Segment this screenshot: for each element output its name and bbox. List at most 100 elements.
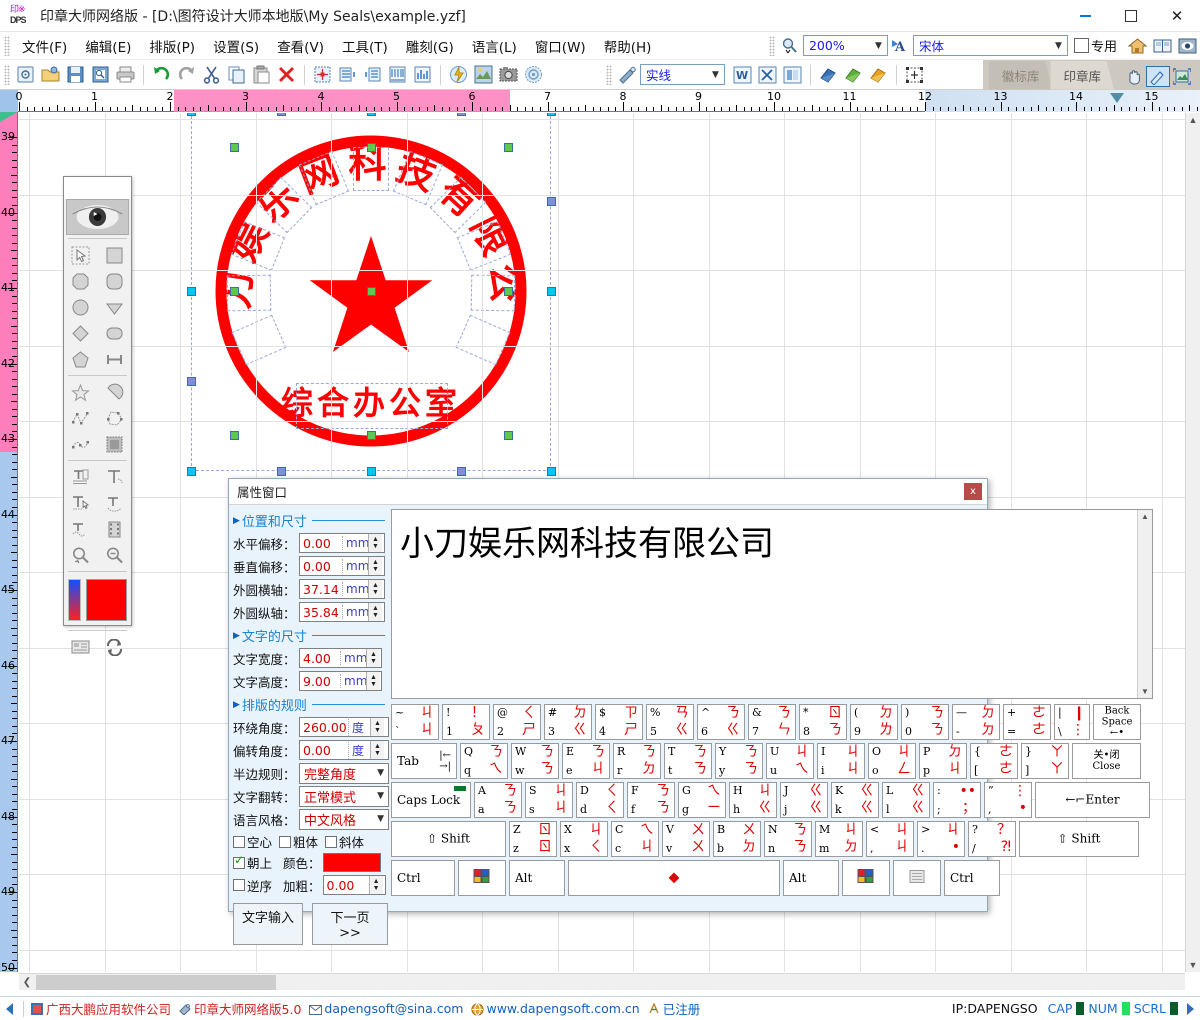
checkbox-box[interactable] <box>233 857 245 869</box>
selection-handle[interactable] <box>277 467 286 476</box>
key-alt-left[interactable]: Alt <box>509 860 565 896</box>
key-c[interactable]: Ccㄟㄐ <box>611 821 659 857</box>
quick-engrave-icon[interactable] <box>446 63 471 87</box>
lang-style-select[interactable]: 中文风格 ▼ <box>299 809 389 830</box>
text-select-tool-icon[interactable] <box>68 492 93 514</box>
key-p[interactable]: Ppㄉㄐ <box>919 743 967 779</box>
field-outer-x[interactable]: 外圆横轴： 37.14 mm ▲▼ <box>233 578 389 600</box>
color-swatch[interactable] <box>323 853 381 872</box>
selection-handle[interactable] <box>457 467 466 476</box>
key-shift-left[interactable]: ⇧ Shift <box>391 821 506 857</box>
status-email[interactable]: dapengsoft@sina.com <box>305 1001 467 1016</box>
key-q[interactable]: Qqㄋㄟ <box>460 743 508 779</box>
vertical-scrollbar[interactable]: ▲ ▼ <box>1185 113 1200 972</box>
ibeam-tool-icon[interactable] <box>102 348 127 370</box>
key-backspace[interactable]: Back Space ←• <box>1093 704 1141 740</box>
text-arc-tool-icon[interactable] <box>102 466 127 488</box>
status-website[interactable]: www.dapengsoft.com.cn <box>467 1001 643 1016</box>
redo-icon[interactable] <box>174 63 199 87</box>
zoom-toolbar-grip[interactable] <box>769 36 775 56</box>
circle-tool-icon[interactable] <box>68 296 93 318</box>
fit-image-icon[interactable] <box>1170 66 1194 87</box>
next-page-button[interactable]: 下一页 >> <box>312 903 388 945</box>
selection-handle[interactable] <box>547 113 556 116</box>
key-close[interactable]: 关•闭 Close <box>1072 743 1141 779</box>
key-comma[interactable]: <,ㄐㄐ <box>866 821 914 857</box>
status-nav-arrow[interactable] <box>0 1002 20 1016</box>
menu-help[interactable]: 帮助(H) <box>595 32 661 60</box>
tab-logo-library[interactable]: 徽标库 <box>989 61 1053 90</box>
selection-handle[interactable] <box>187 287 196 296</box>
key-v[interactable]: Vvㄨㄨ <box>662 821 710 857</box>
status-product[interactable]: 印章大师网络版5.0 <box>175 999 305 1018</box>
key-semicolon[interactable]: :;••； <box>933 782 981 818</box>
glyph-box[interactable] <box>471 275 516 312</box>
checkbox-reverse[interactable]: 逆序 <box>233 876 272 895</box>
word-import-icon[interactable]: W <box>730 63 755 87</box>
selection-handle[interactable] <box>187 377 196 386</box>
selection-handle[interactable] <box>187 113 196 116</box>
key-slash[interactable]: ?/？⁈ <box>968 821 1016 857</box>
outer-x-spinner[interactable]: 37.14 mm ▲▼ <box>299 579 385 599</box>
selection-handle[interactable] <box>547 467 556 476</box>
align-center-icon[interactable] <box>310 63 335 87</box>
chevron-down-icon[interactable]: ▼ <box>377 791 384 801</box>
menu-language[interactable]: 语言(L) <box>463 32 526 60</box>
scroll-down-arrow[interactable]: ▼ <box>1141 687 1149 696</box>
key-5[interactable]: %5ㄢㄍ <box>646 704 694 740</box>
checkbox-hollow[interactable]: 空心 <box>233 832 272 851</box>
palette-header[interactable] <box>64 177 131 199</box>
key-bracket-left[interactable]: {[ㄜㄜ <box>970 743 1018 779</box>
align-right-icon[interactable] <box>360 63 385 87</box>
key-ctrl-left[interactable]: Ctrl <box>391 860 455 896</box>
save-icon[interactable] <box>63 63 88 87</box>
gradient-swatch[interactable] <box>68 579 81 621</box>
key-2[interactable]: @2ㄑㄕ <box>493 704 541 740</box>
selection-handle[interactable] <box>367 467 376 476</box>
key-minus[interactable]: —-ㄉㄉ <box>952 704 1000 740</box>
undo-icon[interactable] <box>149 63 174 87</box>
distribute-h-icon[interactable] <box>385 63 410 87</box>
outer-x-value[interactable]: 37.14 <box>300 582 342 597</box>
key-menu[interactable] <box>893 860 941 896</box>
key-o[interactable]: Ooㄐㄥ <box>868 743 916 779</box>
selection-handle[interactable] <box>547 197 556 206</box>
key-a[interactable]: Aaㄋㄋ <box>474 782 522 818</box>
menu-tools[interactable]: 工具(T) <box>333 32 397 60</box>
font-combo[interactable]: 宋体 ▼ <box>913 35 1068 56</box>
select-tool-icon[interactable] <box>68 244 93 266</box>
key-n[interactable]: Nnㄋㄋ <box>764 821 812 857</box>
new-file-icon[interactable] <box>13 63 38 87</box>
outer-y-value[interactable]: 35.84 <box>300 605 342 620</box>
text-height-spinner[interactable]: 9.00 mm ▲▼ <box>299 671 382 691</box>
status-expand-arrow-icon[interactable] <box>1184 1002 1196 1016</box>
key-6[interactable]: ^6ㄋㄍ <box>697 704 745 740</box>
zoom-combo[interactable]: 200% ▼ <box>803 35 888 56</box>
key-d[interactable]: Ddㄑㄑ <box>576 782 624 818</box>
pan-hand-icon[interactable] <box>1122 66 1146 87</box>
chevron-down-icon[interactable]: ▼ <box>707 70 724 80</box>
scroll-left-arrow[interactable]: ❮ <box>19 977 35 988</box>
current-color-swatch[interactable] <box>86 579 127 621</box>
key-alt-right[interactable]: Alt <box>783 860 839 896</box>
special-checkbox[interactable] <box>1074 38 1089 53</box>
menu-settings[interactable]: 设置(S) <box>204 32 268 60</box>
close-button[interactable]: ✕ <box>1154 0 1200 31</box>
key-tab[interactable]: Tab|← →| <box>391 743 457 779</box>
text-block-tool-icon[interactable] <box>68 466 93 488</box>
seal-object[interactable]: 小刀娱乐网科技有限公司 综合办公室 <box>201 121 541 461</box>
key-e[interactable]: Eeㄋㄐ <box>562 743 610 779</box>
color-selector[interactable] <box>64 575 131 627</box>
open-file-icon[interactable] <box>38 63 63 87</box>
spinner-arrows[interactable]: ▲▼ <box>368 534 382 552</box>
menu-edit[interactable]: 编辑(E) <box>76 32 140 60</box>
field-outer-y[interactable]: 外圆纵轴： 35.84 mm ▲▼ <box>233 601 389 623</box>
refresh-icon[interactable] <box>102 636 127 658</box>
key-j[interactable]: Jjㄍㄍ <box>780 782 828 818</box>
scroll-down-arrow[interactable]: ▼ <box>1189 960 1198 970</box>
delete-icon[interactable] <box>274 63 299 87</box>
h-offset-value[interactable]: 0.00 <box>300 536 342 551</box>
menu-file[interactable]: 文件(F) <box>13 32 76 60</box>
key-space[interactable]: ◆ <box>568 860 780 896</box>
key-g[interactable]: Ggㄟㄧ <box>678 782 726 818</box>
